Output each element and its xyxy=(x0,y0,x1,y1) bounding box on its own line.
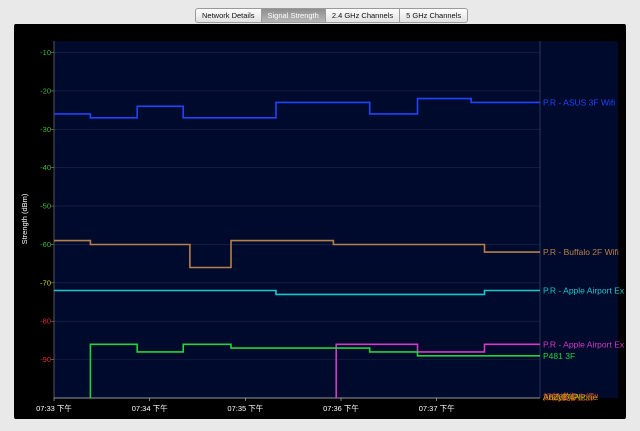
y-tick-label: -80 xyxy=(40,317,51,326)
chart-frame: -10 -20 -30 -40 -50 -60 -70 -80 -90 07:33 下午 07:3… xyxy=(14,24,626,419)
y-tick-label: -10 xyxy=(40,48,51,57)
x-tick-label: 07:37 下午 xyxy=(419,403,455,413)
y-tick-label: -50 xyxy=(40,202,51,211)
x-tick-label: 07:36 下午 xyxy=(323,403,359,413)
y-axis-label: Strength (dBm) xyxy=(20,193,29,244)
y-tick-label: -60 xyxy=(40,240,51,249)
bottom-network-label: 如鼠讓您上課!! xyxy=(543,392,599,402)
tab-signal-strength[interactable]: Signal Strength xyxy=(260,9,325,22)
series-label: P.R - Apple Airport Ex xyxy=(543,339,625,349)
tab-2-4-ghz-channels[interactable]: 2.4 GHz Channels xyxy=(324,9,399,22)
y-tick-label: -30 xyxy=(40,125,51,134)
series-label: P.R - Apple Airport Ex xyxy=(543,286,625,296)
tab-5-ghz-channels[interactable]: 5 GHz Channels xyxy=(399,9,467,22)
y-tick-label: -70 xyxy=(40,278,51,287)
series-label: P481 3F xyxy=(543,351,575,361)
series-label: P.R - ASUS 3F Wifi xyxy=(543,97,615,107)
y-tick-label: -90 xyxy=(40,355,51,364)
view-tab-bar: Network Details Signal Strength 2.4 GHz … xyxy=(195,8,469,23)
signal-strength-chart: -10 -20 -30 -40 -50 -60 -70 -80 -90 07:33 下午 07:3… xyxy=(20,41,625,413)
series-label: P.R - Buffalo 2F Wifi xyxy=(543,247,619,257)
y-tick-label: -40 xyxy=(40,163,51,172)
x-tick-label: 07:34 下午 xyxy=(132,403,168,413)
y-tick-label: -20 xyxy=(40,86,51,95)
tab-network-details[interactable]: Network Details xyxy=(196,9,261,22)
x-tick-label: 07:35 下午 xyxy=(227,403,263,413)
x-tick-label: 07:33 下午 xyxy=(36,403,72,413)
